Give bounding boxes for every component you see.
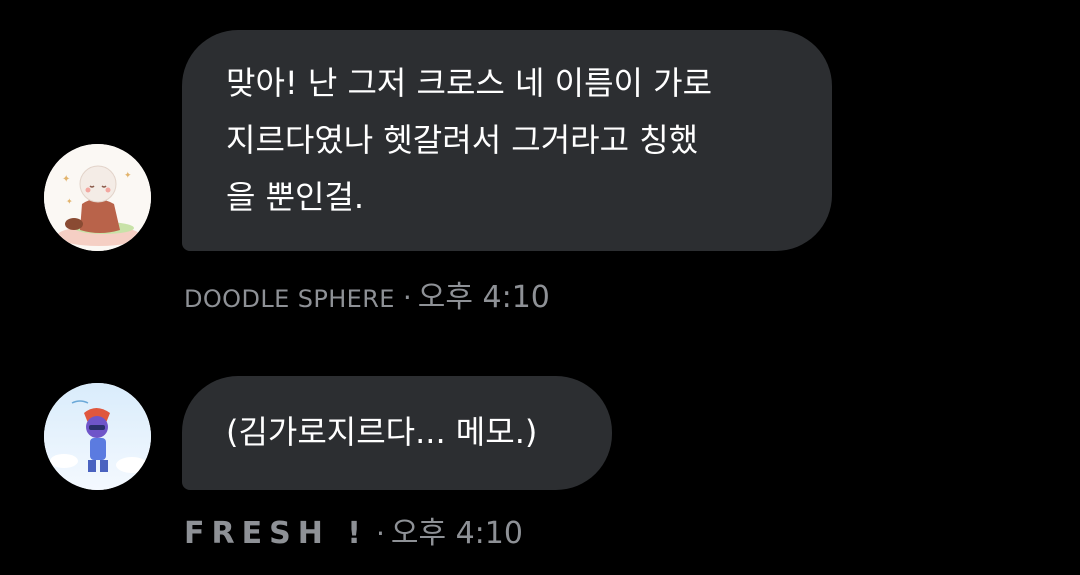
- svg-text:✦: ✦: [66, 197, 73, 206]
- svg-text:✦: ✦: [124, 171, 132, 181]
- meta-separator: ·: [402, 281, 412, 314]
- sender-name[interactable]: DOODLE SPHERE: [184, 285, 395, 313]
- message-bubble[interactable]: (김가로지르다... 메모.): [182, 376, 612, 490]
- svg-text:✦: ✦: [62, 174, 70, 185]
- message-text-line: 맞아! 난 그저 크로스 네 이름이 가로: [226, 64, 713, 102]
- message-meta: DOODLE SPHERE · 오후 4:10: [184, 272, 550, 316]
- message-text-line: 지르다였나 헷갈려서 그거라고 칭했: [226, 121, 699, 159]
- meta-separator: ·: [375, 517, 385, 550]
- timestamp: 오후 4:10: [417, 280, 550, 315]
- blue-character-avatar-icon: [44, 383, 151, 490]
- message-bubble[interactable]: 맞아! 난 그저 크로스 네 이름이 가로 지르다였나 헷갈려서 그거라고 칭했…: [182, 30, 832, 251]
- message-text-line: 을 뿐인걸.: [226, 178, 365, 216]
- message-text: (김가로지르다... 메모.): [226, 413, 538, 451]
- avatar[interactable]: [44, 383, 151, 490]
- timestamp: 오후 4:10: [390, 516, 523, 551]
- message-meta: FRESH ! · 오후 4:10: [184, 508, 523, 552]
- chibi-character-avatar-icon: ✦ ✦ ✦: [44, 144, 151, 251]
- sender-name[interactable]: FRESH !: [184, 516, 368, 551]
- avatar[interactable]: ✦ ✦ ✦: [44, 144, 151, 251]
